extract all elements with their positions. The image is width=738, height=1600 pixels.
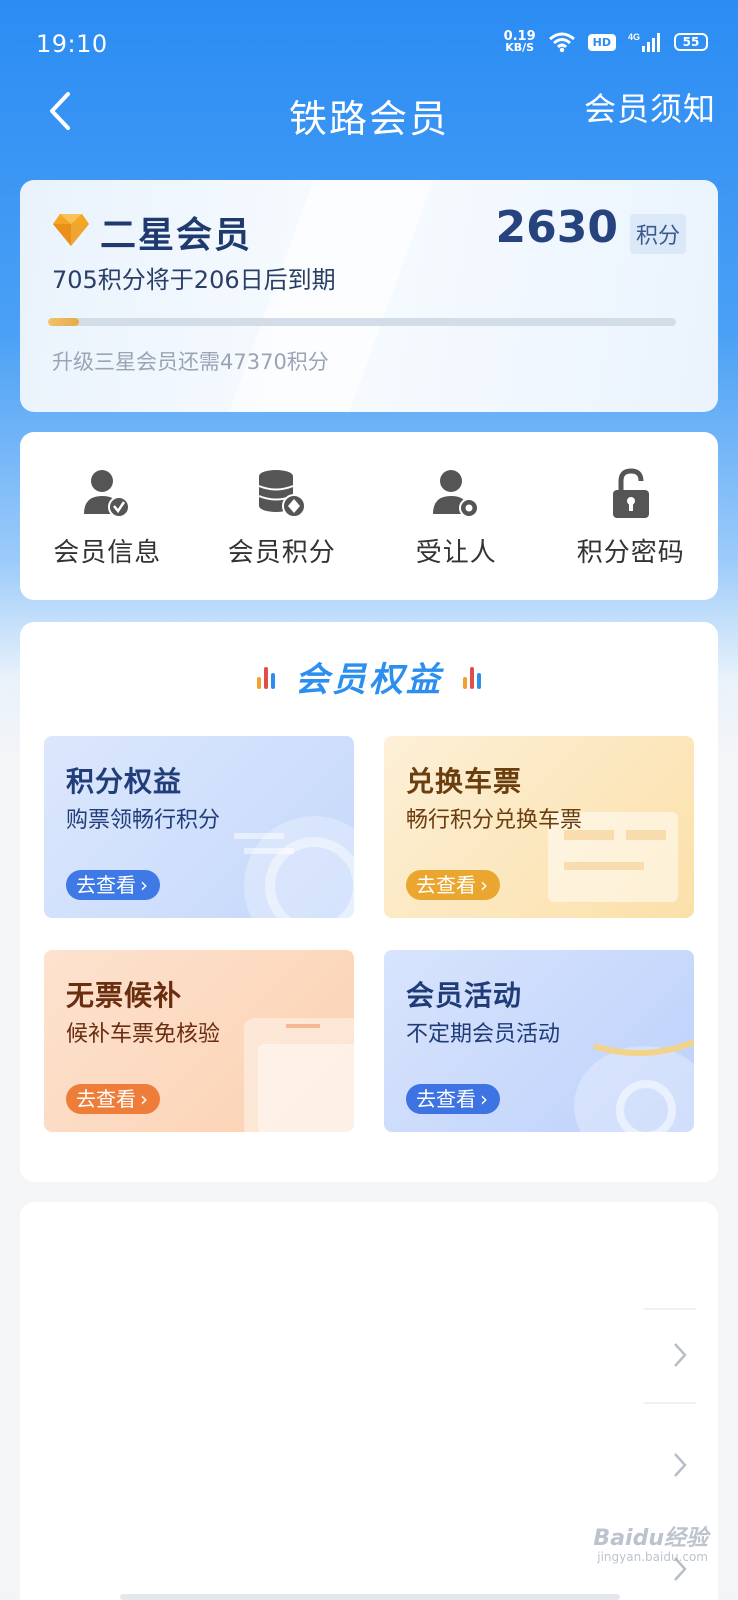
quick-label: 受让人 (415, 538, 497, 568)
benefits-title: 会员权益 (295, 660, 443, 700)
quick-menu: 会员信息 会员积分 受让人 积分密码 (20, 432, 718, 600)
quick-item-member-points[interactable]: 会员积分 (195, 432, 370, 600)
benefit-tile-points[interactable]: 积分权益 购票领畅行积分 去查看 (44, 736, 354, 918)
view-button[interactable]: 去查看 (66, 1084, 160, 1114)
member-level: 二星会员 (100, 215, 253, 256)
quick-label: 会员信息 (53, 538, 162, 568)
decor-bars-icon (257, 665, 275, 689)
quick-label: 会员积分 (227, 538, 336, 568)
svg-text:4G: 4G (628, 32, 640, 42)
quick-item-points-password[interactable]: 积分密码 (544, 432, 719, 600)
watermark: Baidu经验 (593, 1526, 708, 1551)
diamond-icon (53, 214, 89, 246)
bottom-strip (120, 1594, 620, 1600)
points-value: 2630 (495, 202, 618, 253)
net-speed: 0.19 KB/S (503, 29, 536, 54)
points-unit: 积分 (629, 214, 686, 254)
row-divider (644, 1402, 696, 1404)
tile-title: 无票候补 (66, 979, 183, 1012)
row-divider (644, 1308, 696, 1310)
tile-subtitle: 畅行积分兑换车票 (406, 808, 583, 833)
coins-stack-icon (258, 470, 306, 518)
hd-badge: HD (587, 33, 616, 51)
benefit-tile-activity[interactable]: 会员活动 不定期会员活动 去查看 (384, 950, 694, 1132)
signal-icon: 4G (628, 32, 660, 52)
phone-ticket-icon (244, 1018, 354, 1132)
view-button[interactable]: 去查看 (66, 870, 160, 900)
upgrade-progress-fill (48, 318, 80, 326)
tile-title: 兑换车票 (406, 765, 523, 798)
chevron-right-icon[interactable] (670, 1340, 690, 1370)
tile-subtitle: 购票领畅行积分 (66, 808, 221, 833)
quick-label: 积分密码 (576, 538, 685, 568)
upgrade-hint: 升级三星会员还需47370积分 (52, 350, 329, 374)
wifi-icon (548, 32, 575, 53)
railway-logo-icon (234, 816, 354, 918)
tile-title: 会员活动 (406, 979, 523, 1012)
benefits-header: 会员权益 (20, 652, 718, 701)
benefit-tile-waitlist[interactable]: 无票候补 候补车票免核验 去查看 (44, 950, 354, 1132)
tile-subtitle: 不定期会员活动 (406, 1022, 561, 1047)
gift-bag-icon (574, 1039, 694, 1132)
user-settings-icon (433, 470, 480, 518)
status-indicators: 0.19 KB/S HD 4G 55 (504, 30, 708, 54)
member-card: 二星会员 2630 积分 705积分将于206日后到期 升级三星会员还需4737… (20, 180, 718, 412)
benefit-tile-exchange[interactable]: 兑换车票 畅行积分兑换车票 去查看 (384, 736, 694, 918)
view-button[interactable]: 去查看 (406, 1084, 500, 1114)
tile-subtitle: 候补车票免核验 (66, 1022, 221, 1047)
decor-bars-icon (463, 665, 481, 689)
watermark-url: jingyan.baidu.com (597, 1550, 708, 1564)
upgrade-progress-bar (48, 318, 676, 326)
status-bar: 19:10 0.19 KB/S HD 4G 55 (0, 0, 738, 90)
status-time: 19:10 (36, 30, 108, 58)
member-notice-link[interactable]: 会员须知 (584, 84, 716, 130)
unlock-icon (612, 468, 649, 518)
view-button[interactable]: 去查看 (406, 870, 500, 900)
chevron-right-icon[interactable] (670, 1450, 690, 1480)
quick-item-assignee[interactable]: 受让人 (369, 432, 544, 600)
quick-item-member-info[interactable]: 会员信息 (20, 432, 195, 600)
user-verified-icon (84, 470, 131, 518)
battery-icon: 55 (674, 33, 708, 51)
benefits-panel: 会员权益 积分权益 购票领畅行积分 去查看 兑换车票 畅行积分兑换车票 去查看 (20, 622, 718, 1182)
points-expiry: 705积分将于206日后到期 (52, 266, 336, 294)
tile-title: 积分权益 (66, 765, 183, 798)
